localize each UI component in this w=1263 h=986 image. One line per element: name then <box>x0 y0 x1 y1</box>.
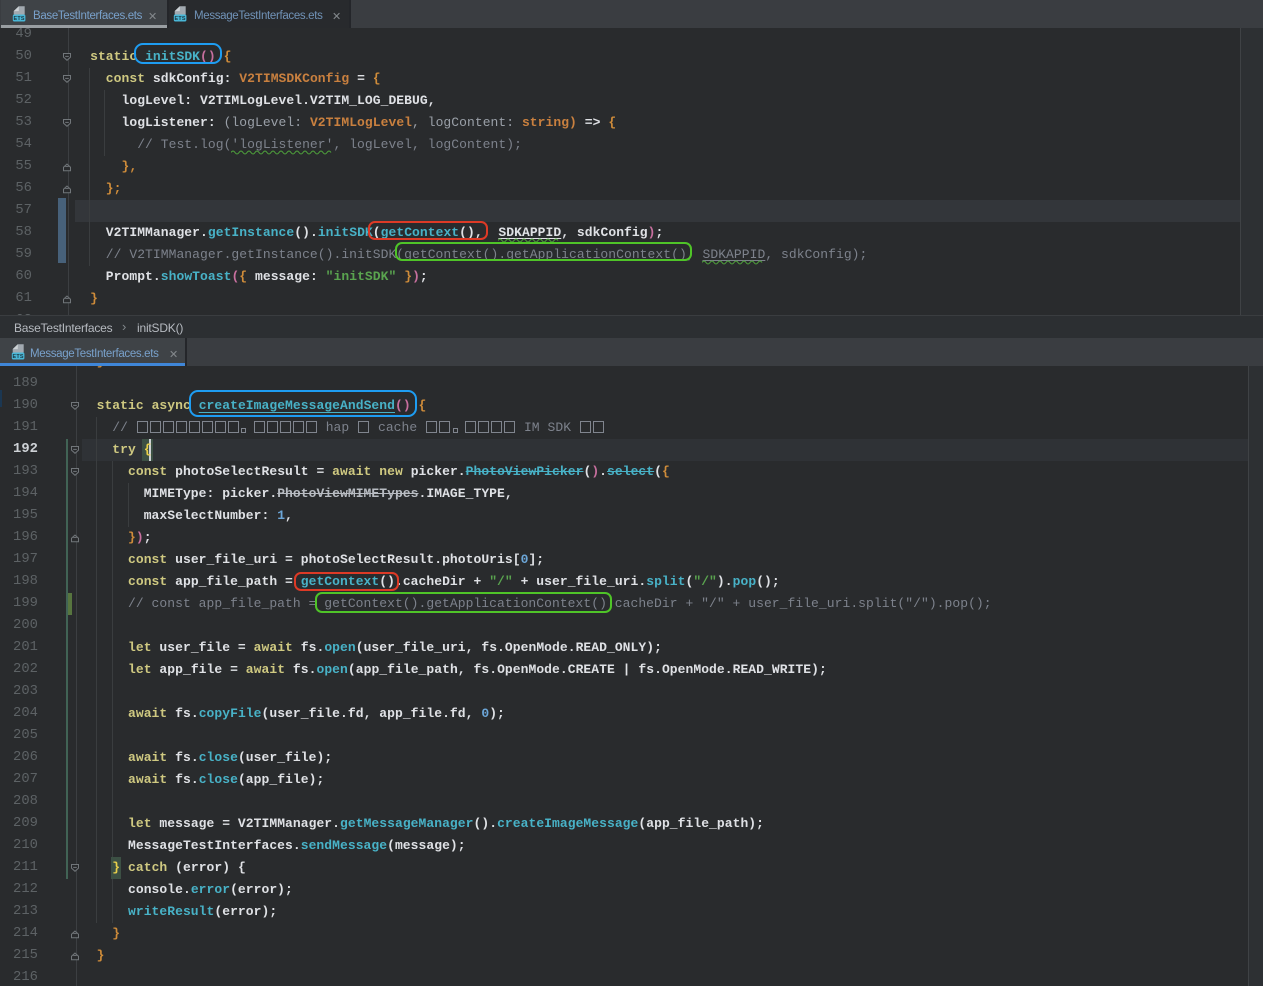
svg-text:ETS: ETS <box>175 16 186 22</box>
svg-text:ETS: ETS <box>13 354 24 360</box>
svg-text:ETS: ETS <box>14 16 25 22</box>
